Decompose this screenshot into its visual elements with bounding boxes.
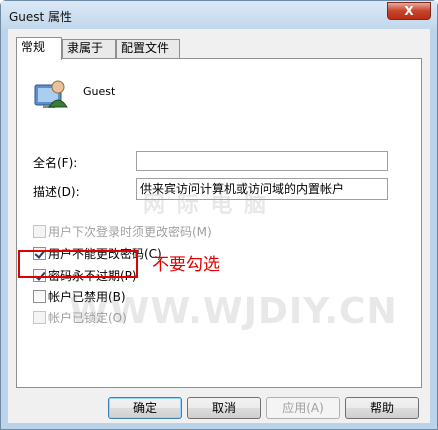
- ok-button[interactable]: 确定: [108, 397, 182, 419]
- checkbox-row-account-locked[interactable]: 帐户已锁定(O): [33, 309, 127, 325]
- apply-button[interactable]: 应用(A): [266, 397, 340, 419]
- fullname-label: 全名(F):: [33, 156, 78, 170]
- title-bar[interactable]: Guest 属性 X: [1, 1, 437, 29]
- properties-dialog: Guest 属性 X 常规 隶属于 配置文件 Guest 全名(F): 描述(D…: [0, 0, 438, 430]
- window-title: Guest 属性: [9, 10, 73, 24]
- description-field[interactable]: 供来宾访问计算机或访问域的内置帐户: [136, 178, 388, 200]
- description-label: 描述(D):: [33, 185, 80, 199]
- help-button[interactable]: 帮助: [345, 397, 419, 419]
- fullname-field[interactable]: [136, 151, 388, 171]
- checkbox-row-must-change-password[interactable]: 用户下次登录时须更改密码(M): [33, 223, 212, 239]
- annotation-text: 不要勾选: [152, 255, 220, 275]
- account-locked-checkbox[interactable]: [33, 311, 46, 324]
- account-disabled-label: 帐户已禁用(B): [48, 290, 126, 304]
- account-locked-label: 帐户已锁定(O): [48, 311, 127, 325]
- tab-panel-general: Guest 全名(F): 描述(D): 供来宾访问计算机或访问域的内置帐户 网 …: [16, 58, 422, 388]
- tab-member-of[interactable]: 隶属于: [62, 39, 116, 58]
- cancel-button[interactable]: 取消: [187, 397, 261, 419]
- dialog-client-area: 常规 隶属于 配置文件 Guest 全名(F): 描述(D): 供来宾访问计算机…: [8, 29, 430, 423]
- close-button[interactable]: X: [387, 2, 431, 20]
- must-change-password-checkbox[interactable]: [33, 225, 46, 238]
- username: Guest: [83, 85, 116, 98]
- checkbox-row-account-disabled[interactable]: 帐户已禁用(B): [33, 288, 126, 304]
- account-disabled-checkbox[interactable]: [33, 290, 46, 303]
- close-icon: X: [404, 4, 414, 18]
- must-change-password-label: 用户下次登录时须更改密码(M): [48, 225, 212, 239]
- annotation-highlight-box: [18, 250, 138, 278]
- tab-profile[interactable]: 配置文件: [116, 39, 180, 58]
- user-icon: [34, 80, 68, 108]
- tab-general[interactable]: 常规: [16, 37, 62, 60]
